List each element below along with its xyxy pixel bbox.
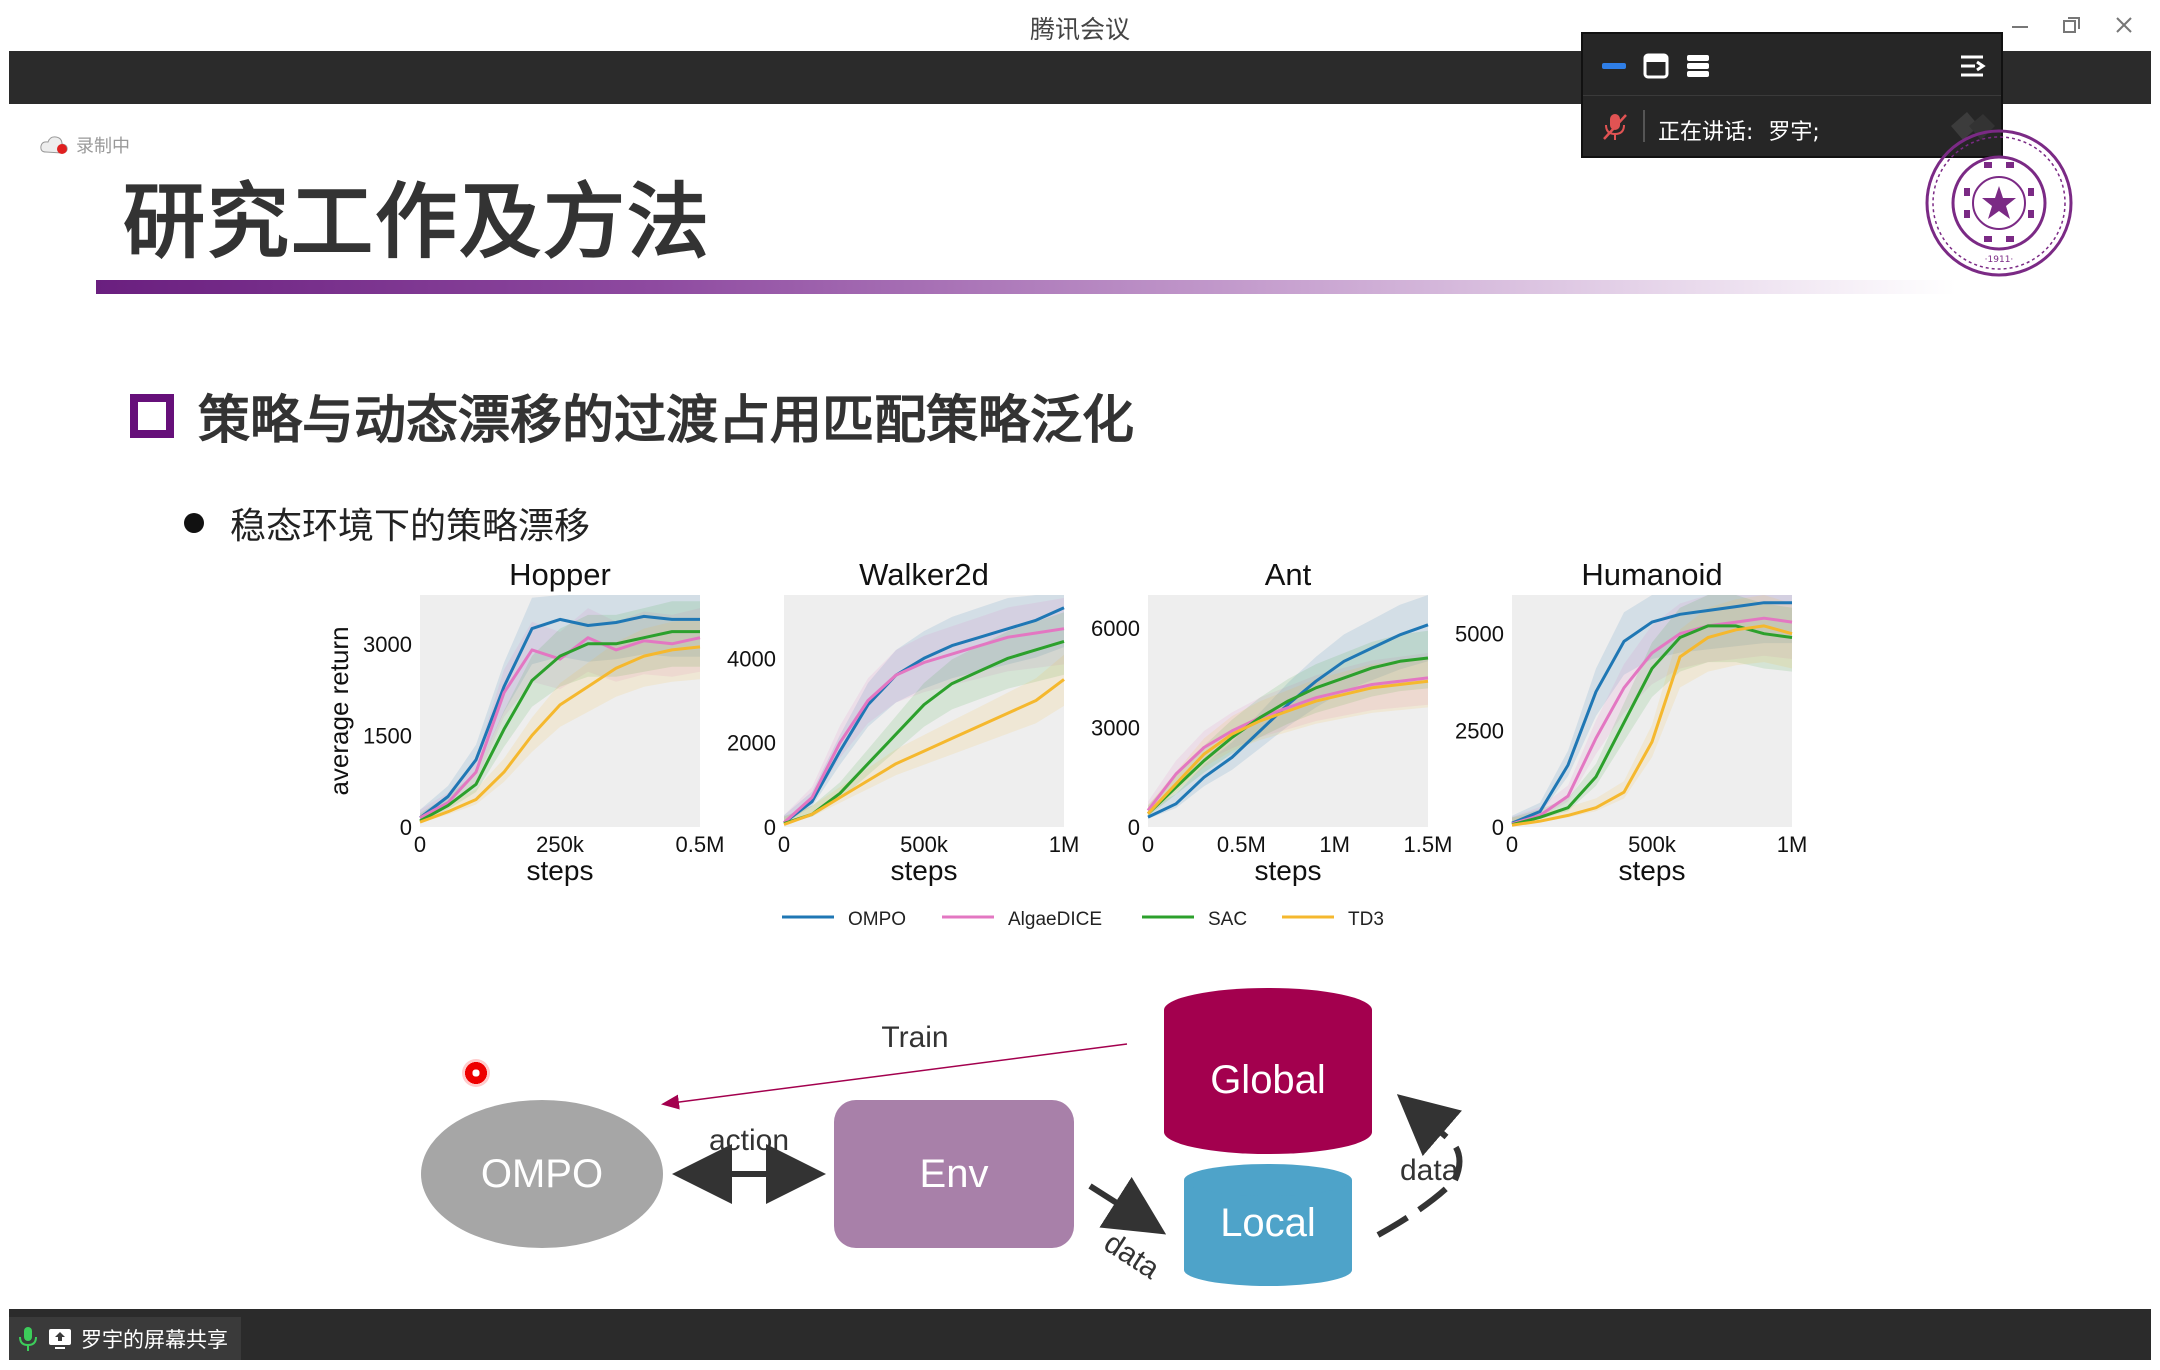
train-label: Train <box>881 1021 948 1054</box>
minimize-icon <box>2012 26 2028 28</box>
humanoid-ytick: 2500 <box>1455 718 1504 743</box>
walker2d-ytick: 0 <box>764 815 776 840</box>
speaking-label: 正在讲话: <box>1658 120 1754 145</box>
legend-sac-label: SAC <box>1208 909 1247 930</box>
env-label: Env <box>920 1152 989 1196</box>
minimize-view-button[interactable] <box>1599 53 1629 79</box>
window-view-icon <box>1643 53 1669 79</box>
section-title: 策略与动态漂移的过渡占用匹配策略泛化 <box>198 391 1135 451</box>
bullet-item: 稳态环境下的策略漂移 <box>184 497 590 549</box>
recording-indicator: 录制中 <box>40 132 130 158</box>
separator <box>1643 110 1645 142</box>
recording-label: 录制中 <box>76 136 130 157</box>
ant-ytick: 3000 <box>1091 716 1140 741</box>
hopper-ytick: 3000 <box>363 632 412 657</box>
list-view-button[interactable] <box>1683 53 1713 79</box>
svg-text:·1911·: ·1911· <box>1985 255 2014 265</box>
cloud-record-icon <box>40 136 68 154</box>
walker2d-ytick: 2000 <box>727 731 776 756</box>
humanoid-xtick: 500k <box>1628 832 1677 857</box>
mic-icon <box>19 1326 37 1351</box>
global-label: Global <box>1210 1058 1326 1102</box>
restore-icon <box>2063 17 2080 33</box>
section-heading: 策略与动态漂移的过渡占用匹配策略泛化 <box>130 378 1134 453</box>
bottom-bar: 罗宇的屏幕共享 <box>9 1309 2151 1360</box>
close-icon <box>2116 17 2132 33</box>
ant-ytick: 6000 <box>1091 616 1140 641</box>
ant-xtick: 1.5M <box>1404 832 1453 857</box>
walker2d-xtick: 0 <box>778 832 790 857</box>
slide-title: 研究工作及方法 <box>123 175 712 270</box>
hopper-xtick: 250k <box>536 832 585 857</box>
title-underline <box>96 280 1956 294</box>
hopper-xtick: 0.5M <box>676 832 725 857</box>
list-view-icon <box>1687 55 1709 77</box>
ant-xtick: 0.5M <box>1217 832 1266 857</box>
humanoid-xtick: 1M <box>1777 832 1808 857</box>
collapse-panel-icon <box>1961 55 1986 77</box>
screen-share-icon <box>49 1328 71 1349</box>
bullet-text: 稳态环境下的策略漂移 <box>230 506 591 547</box>
muted-mic-icon <box>1601 112 1629 146</box>
screen-share-tab[interactable]: 罗宇的屏幕共享 <box>9 1317 241 1360</box>
walker2d-xtick: 500k <box>900 832 949 857</box>
ompo-label: OMPO <box>481 1152 603 1196</box>
legend-td3-label: TD3 <box>1348 909 1384 930</box>
ant-title: Ant <box>1265 557 1312 592</box>
hopper-ylabel: average return <box>324 626 354 795</box>
humanoid-xlabel: steps <box>1619 855 1686 886</box>
legend-algaedice-label: AlgaeDICE <box>1008 909 1102 930</box>
laser-pointer <box>462 1059 490 1087</box>
humanoid-xtick: 0 <box>1506 832 1518 857</box>
screen-share-label: 罗宇的屏幕共享 <box>81 1327 228 1352</box>
walker2d-ytick: 4000 <box>727 646 776 671</box>
speaker-name: 罗宇; <box>1768 120 1820 145</box>
hopper-title: Hopper <box>509 557 611 592</box>
ant-xtick: 0 <box>1142 832 1154 857</box>
local-to-global-dashed <box>1376 1177 1458 1238</box>
legend-ompo-label: OMPO <box>848 909 906 930</box>
env-to-local-arrow <box>1088 1176 1167 1235</box>
hopper-xtick: 0 <box>414 832 426 857</box>
humanoid-ytick: 5000 <box>1455 622 1504 647</box>
action-label: action <box>709 1124 789 1157</box>
learning-curves-figure: Hopper steps 0 1500 3000 0 250k 0.5M average ret… <box>324 557 1808 930</box>
walker2d-xlabel: steps <box>891 855 958 886</box>
university-seal-logo: ·1911· <box>1925 129 2073 277</box>
ant-xlabel: steps <box>1255 855 1322 886</box>
collapse-panel-button[interactable] <box>1957 53 1989 79</box>
local-label: Local <box>1220 1201 1316 1245</box>
hopper-xlabel: steps <box>527 855 594 886</box>
env-data-label: data <box>1098 1226 1165 1286</box>
minimize-button[interactable] <box>2002 8 2038 42</box>
speaking-status: 正在讲话: 罗宇; <box>1658 114 1820 146</box>
ompo-diagram: OMPO Env Global Local Train action data … <box>421 988 1463 1286</box>
ant-ytick: 0 <box>1128 815 1140 840</box>
restore-button[interactable] <box>2054 8 2090 42</box>
section-square-icon <box>130 393 174 438</box>
walker2d-xtick: 1M <box>1049 832 1080 857</box>
minimize-view-icon <box>1602 63 1626 69</box>
humanoid-ytick: 0 <box>1492 815 1504 840</box>
ant-xtick: 1M <box>1319 832 1350 857</box>
loop-data-label: data <box>1400 1154 1459 1187</box>
close-button[interactable] <box>2106 8 2142 42</box>
humanoid-title: Humanoid <box>1581 557 1722 592</box>
hopper-ytick: 1500 <box>363 723 412 748</box>
walker2d-title: Walker2d <box>859 557 989 592</box>
hopper-ytick: 0 <box>400 815 412 840</box>
window-view-button[interactable] <box>1641 53 1671 79</box>
bullet-dot-icon <box>184 513 204 533</box>
